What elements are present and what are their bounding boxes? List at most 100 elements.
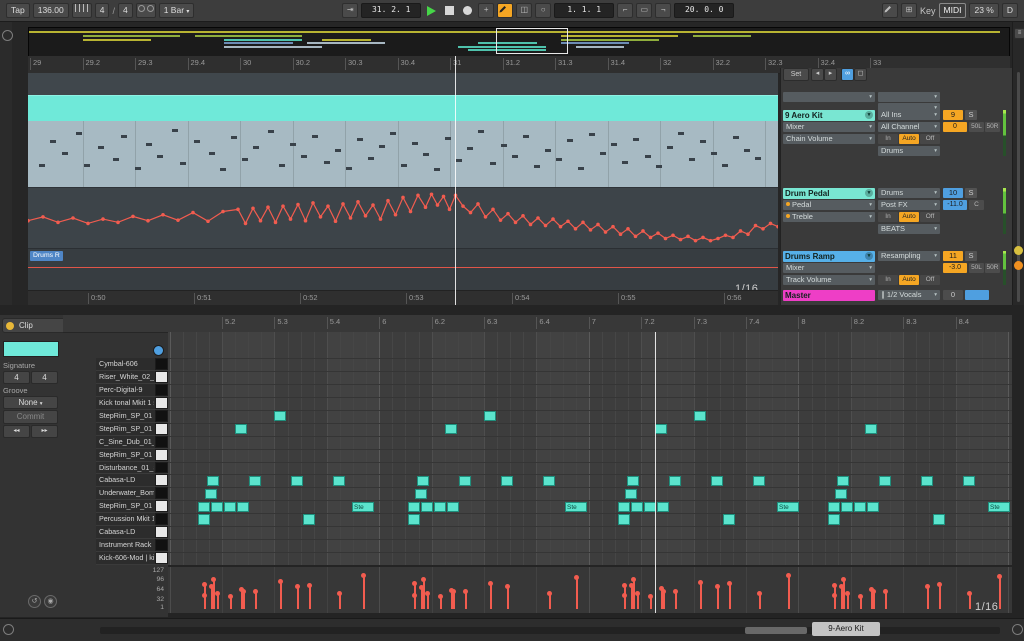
automation-breakpoint[interactable] [498,218,503,222]
automation-breakpoint[interactable] [468,210,473,215]
record-button[interactable] [463,6,473,15]
automation-breakpoint[interactable] [258,218,263,223]
automation-curve[interactable] [28,188,778,249]
midi-note[interactable] [631,501,643,513]
track-header[interactable]: Drums Ramp ▾ [783,251,875,262]
velocity-stem[interactable] [490,583,492,609]
master-volume-field[interactable]: 0 [943,290,963,300]
drum-row-name[interactable]: C_Sine_Dub_01_SP [96,435,168,449]
automation-arm-icon[interactable]: ◫ [516,3,533,18]
midi-note[interactable]: Ste [777,501,799,513]
midi-note[interactable] [865,423,877,435]
drum-row-key-cell[interactable] [155,474,168,487]
velocity-stem[interactable] [243,591,245,609]
drum-row-key-cell[interactable] [155,526,168,539]
automation-breakpoint[interactable] [656,231,660,235]
velocity-marker[interactable] [622,582,628,588]
lock-icon[interactable]: ◻ [854,68,867,81]
midi-note[interactable] [618,514,630,525]
automation-breakpoint[interactable] [506,211,510,216]
clip-footer-target-icon[interactable]: ◉ [44,595,57,608]
velocity-marker[interactable] [202,581,208,587]
drum-row-key-cell[interactable] [155,448,168,461]
chain-param-select[interactable]: Chain Volume ▾ [783,134,875,144]
automation-breakpoint[interactable] [671,233,675,238]
input-type-select[interactable]: Resampling ▾ [878,251,940,261]
midi-note[interactable] [211,501,223,513]
monitor-switch[interactable]: In Auto Off [878,134,940,144]
automation-breakpoint[interactable] [641,229,645,233]
master-output-select[interactable]: ∥ 1/2 Vocals ▾ [878,290,940,300]
automation-breakpoint[interactable] [243,221,248,226]
automation-breakpoint[interactable] [648,235,653,240]
midi-note[interactable] [207,475,219,487]
automation-breakpoint[interactable] [41,215,45,219]
velocity-stem[interactable] [788,575,790,609]
velocity-stem[interactable] [729,583,731,609]
velocity-marker[interactable] [307,583,313,589]
scrollbar-thumb[interactable] [745,627,807,634]
arrangement-clip[interactable] [28,95,778,122]
velocity-stem[interactable] [465,591,467,609]
groove-select[interactable]: None ▾ [3,396,58,409]
clip-sig-denominator[interactable]: 4 [31,371,58,384]
automation-breakpoint[interactable] [281,204,285,208]
drum-row-name[interactable]: Riser_White_02_SP [96,370,168,384]
next-locator-button[interactable]: ▸ [824,68,837,81]
automation-breakpoint[interactable] [296,202,300,207]
velocity-marker[interactable] [883,588,889,594]
chevron-down-icon[interactable]: ▾ [865,252,873,260]
grid-icon[interactable]: ⊞ [901,3,918,18]
velocity-stem[interactable] [700,582,702,609]
midi-note[interactable] [501,475,513,487]
overdub-icon[interactable]: + [478,3,495,18]
arrangement-clips-area[interactable]: Drums R [28,73,778,290]
automation-breakpoint[interactable] [603,230,608,234]
automation-breakpoint[interactable] [161,212,165,217]
velocity-marker[interactable] [451,588,457,594]
midi-note[interactable] [963,475,975,487]
drum-row-name[interactable]: Instrument Rack [96,539,168,553]
partial-track-chain-select[interactable]: ▾ [783,92,875,102]
metronome-icon[interactable] [135,3,156,18]
drum-row-key-cell[interactable] [155,409,168,422]
velocity-marker[interactable] [412,580,418,586]
automation-breakpoint[interactable] [131,214,135,219]
nudge-forward-button[interactable]: ▸▸ [31,425,58,438]
chain-select[interactable]: Mixer ▾ [783,263,875,273]
midi-note[interactable] [879,475,891,487]
velocity-marker[interactable] [635,590,641,596]
automation-breakpoint[interactable] [476,202,480,206]
automation-breakpoint[interactable] [288,217,293,221]
midi-note[interactable] [933,514,945,525]
automation-breakpoint[interactable] [618,232,623,236]
automation-breakpoint[interactable] [28,218,30,223]
input-type-select[interactable]: All Ins ▾ [878,110,940,120]
automation-breakpoint[interactable] [693,238,698,243]
automation-breakpoint[interactable] [441,194,446,199]
velocity-marker[interactable] [937,581,943,587]
automation-breakpoint[interactable] [678,237,683,242]
arrangement-time-ruler[interactable]: 0:50 0:51 0:52 0:53 0:54 0:55 0:56 [28,290,778,306]
automation-breakpoint[interactable] [318,215,323,219]
midi-note[interactable] [543,475,555,487]
automation-breakpoint[interactable] [738,229,743,233]
selected-device-button[interactable]: 9-Aero Kit [812,622,880,636]
automation-breakpoint[interactable] [146,218,150,223]
velocity-marker[interactable] [211,577,217,583]
automation-breakpoint[interactable] [566,219,570,224]
automation-breakpoint[interactable] [311,201,315,205]
velocity-marker[interactable] [715,584,721,590]
velocity-stem[interactable] [631,585,633,609]
output-select[interactable]: BEATS ▾ [878,224,940,234]
clip-footer-loop-icon[interactable]: ↺ [28,595,41,608]
automation-breakpoint[interactable] [596,222,600,227]
tempo-field[interactable]: 136.00 [32,3,69,18]
midi-note[interactable] [415,488,427,500]
track-header[interactable]: 9 Aero Kit ▾ [783,110,875,121]
velocity-stem[interactable] [939,584,941,609]
velocity-stem[interactable] [663,591,665,609]
automation-breakpoint[interactable] [528,222,533,227]
velocity-marker[interactable] [425,590,431,596]
chevron-down-icon[interactable]: ▾ [865,189,873,197]
